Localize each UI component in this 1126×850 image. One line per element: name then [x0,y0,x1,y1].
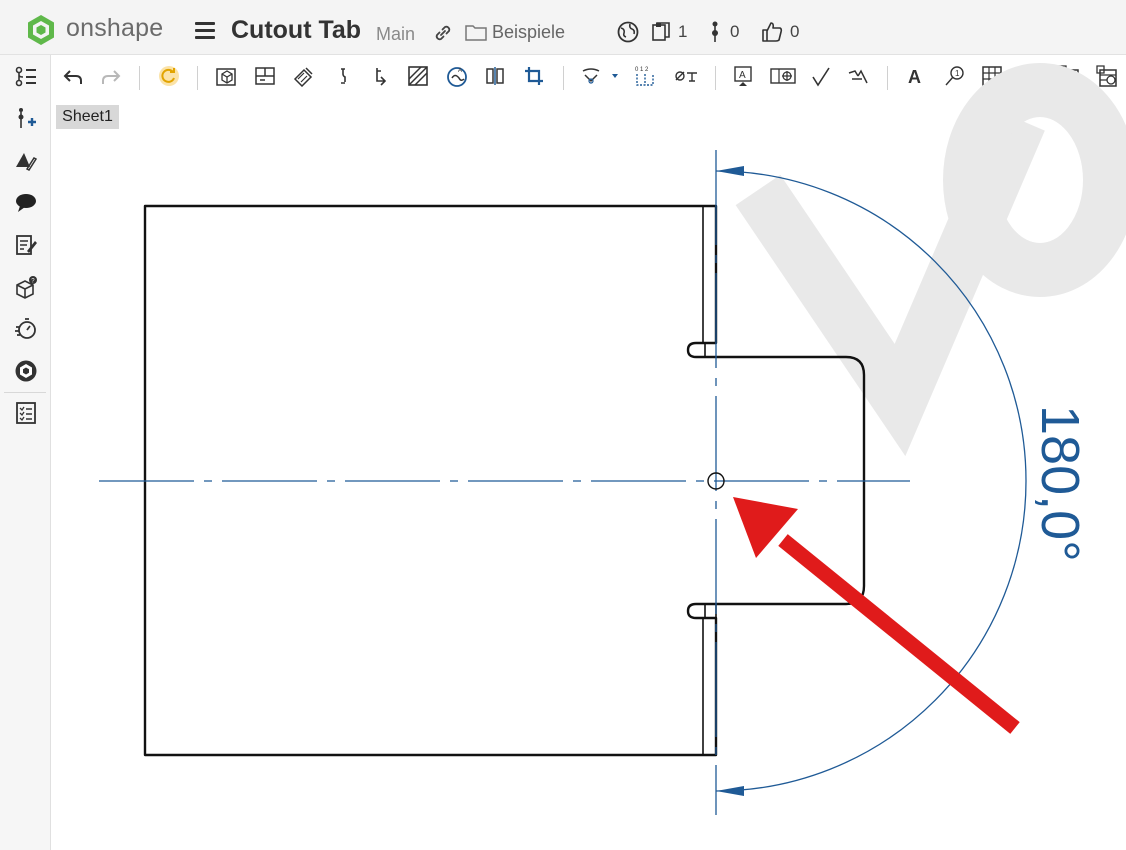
dimension-arrowhead-bottom [716,786,744,796]
angle-dimension-text[interactable]: 180,0° [1030,405,1090,562]
drawing-canvas[interactable]: 180,0° [0,0,1126,850]
red-annotation-arrow [733,497,1020,734]
watermark [735,63,1126,457]
dimension-arrowhead-top [716,166,744,176]
